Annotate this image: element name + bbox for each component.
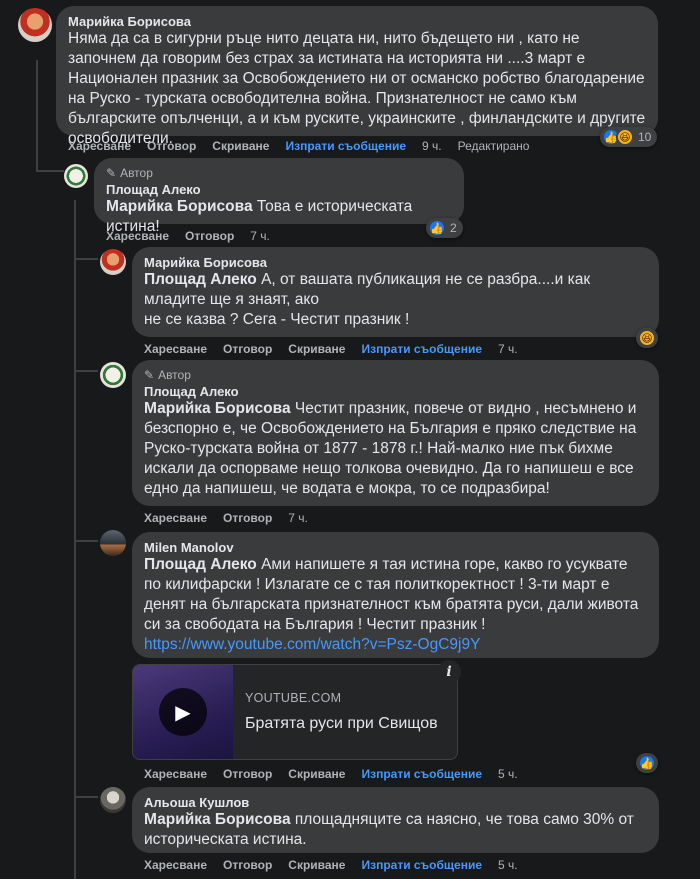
reaction-count[interactable]: 😆: [636, 328, 658, 348]
timestamp[interactable]: 7 ч.: [288, 511, 308, 525]
thread-line: [36, 170, 64, 172]
pencil-icon: ✎: [144, 368, 155, 382]
timestamp[interactable]: 5 ч.: [498, 767, 518, 781]
comment-bubble: ✎ Автор Площад Алеко Марийка Борисова Тов…: [94, 158, 464, 235]
reply-button[interactable]: Отговор: [223, 511, 272, 525]
comment-actions: Харесване Отговор 7 ч.: [106, 229, 270, 243]
comment-bubble: Марийка Борисова Площад Алеко А, от ваша…: [132, 247, 659, 337]
hide-button[interactable]: Скриване: [288, 342, 345, 356]
timestamp[interactable]: 7 ч.: [498, 342, 518, 356]
hide-button[interactable]: Скриване: [288, 767, 345, 781]
send-message-button[interactable]: Изпрати съобщение: [361, 858, 482, 872]
hide-button[interactable]: Скриване: [288, 858, 345, 872]
play-icon[interactable]: ▶: [159, 688, 207, 736]
author-badge-label: Автор: [120, 166, 153, 180]
like-button[interactable]: Харесване: [144, 342, 207, 356]
author-badge-label: Автор: [158, 368, 191, 382]
reply-button[interactable]: Отговор: [147, 139, 196, 153]
video-thumbnail[interactable]: ▶: [133, 665, 233, 759]
timestamp[interactable]: 7 ч.: [250, 229, 270, 243]
comment-text: Няма да са в сигурни ръце нито децата ни…: [68, 30, 646, 147]
like-button[interactable]: Харесване: [144, 858, 207, 872]
comment-actions: Харесване Отговор Скриване Изпрати съобщ…: [144, 858, 518, 872]
mention-link[interactable]: Марийка Борисова: [144, 811, 291, 828]
avatar[interactable]: [100, 362, 126, 388]
youtube-link[interactable]: https://www.youtube.com/watch?v=Psz-OgC9…: [144, 636, 480, 653]
link-domain: YOUTUBE.COM: [245, 691, 342, 705]
reply-button[interactable]: Отговор: [185, 229, 234, 243]
mention-link[interactable]: Площад Алеко: [144, 556, 257, 573]
reaction-count[interactable]: 👍 😆 10: [600, 127, 658, 147]
thread-line: [74, 258, 98, 260]
reaction-number: 10: [638, 130, 652, 144]
comment-author[interactable]: Марийка Борисова: [68, 14, 646, 29]
timestamp[interactable]: 5 ч.: [498, 858, 518, 872]
timestamp[interactable]: 9 ч.: [422, 139, 442, 153]
edited-label[interactable]: Редактирано: [458, 139, 530, 153]
comment-actions: Харесване Отговор Скриване Изпрати съобщ…: [68, 139, 529, 153]
avatar[interactable]: [64, 164, 88, 188]
send-message-button[interactable]: Изпрати съобщение: [361, 342, 482, 356]
reaction-number: 2: [450, 221, 457, 235]
reply-button[interactable]: Отговор: [223, 342, 272, 356]
send-message-button[interactable]: Изпрати съобщение: [361, 767, 482, 781]
comment-bubble: Марийка Борисова Няма да са в сигурни ръ…: [56, 6, 658, 147]
mention-link[interactable]: Марийка Борисова: [106, 198, 253, 215]
mention-link[interactable]: Площад Алеко: [144, 271, 257, 288]
avatar[interactable]: [18, 8, 52, 42]
comment-author[interactable]: Площад Алеко: [106, 182, 452, 197]
pencil-icon: ✎: [106, 166, 117, 180]
haha-reaction-icon: 😆: [638, 329, 656, 347]
comment-author[interactable]: Марийка Борисова: [144, 255, 647, 270]
comment-author[interactable]: Площад Алеко: [144, 384, 647, 399]
avatar[interactable]: [100, 787, 126, 813]
author-badge: ✎ Автор: [144, 368, 647, 382]
comment-bubble: ✎ Автор Площад Алеко Марийка Борисова Чес…: [132, 360, 659, 506]
reaction-count[interactable]: 👍: [636, 753, 658, 773]
thread-line: [74, 796, 98, 798]
link-title[interactable]: Братята руси при Свищов: [245, 715, 438, 733]
like-button[interactable]: Харесване: [68, 139, 131, 153]
info-icon[interactable]: i: [437, 660, 461, 684]
comment-bubble: Milen Manolov Площад Алеко Ами напишете …: [132, 532, 659, 658]
reply-button[interactable]: Отговор: [223, 858, 272, 872]
comment-actions: Харесване Отговор 7 ч.: [144, 511, 308, 525]
comment-text: не се казва ? Сега - Честит празник !: [144, 311, 410, 328]
like-reaction-icon: 👍: [428, 219, 446, 237]
link-preview-card[interactable]: ▶ YOUTUBE.COM Братята руси при Свищов: [132, 664, 458, 760]
haha-reaction-icon: 😆: [616, 128, 634, 146]
thread-line: [74, 540, 98, 542]
like-button[interactable]: Харесване: [144, 511, 207, 525]
send-message-button[interactable]: Изпрати съобщение: [285, 139, 406, 153]
comment-bubble: Альоша Кушлов Марийка Борисова площадняц…: [132, 787, 659, 853]
mention-link[interactable]: Марийка Борисова: [144, 400, 291, 417]
comment-actions: Харесване Отговор Скриване Изпрати съобщ…: [144, 342, 518, 356]
avatar[interactable]: [100, 249, 126, 275]
comment-actions: Харесване Отговор Скриване Изпрати съобщ…: [144, 767, 518, 781]
author-badge: ✎ Автор: [106, 166, 452, 180]
like-button[interactable]: Харесване: [106, 229, 169, 243]
comment-author[interactable]: Альоша Кушлов: [144, 795, 647, 810]
thread-line: [36, 60, 38, 172]
avatar[interactable]: [100, 530, 126, 556]
reply-button[interactable]: Отговор: [223, 767, 272, 781]
thread-line: [74, 370, 98, 372]
like-reaction-icon: 👍: [638, 754, 656, 772]
hide-button[interactable]: Скриване: [212, 139, 269, 153]
like-button[interactable]: Харесване: [144, 767, 207, 781]
reaction-count[interactable]: 👍 2: [426, 218, 463, 238]
comment-author[interactable]: Milen Manolov: [144, 540, 647, 555]
